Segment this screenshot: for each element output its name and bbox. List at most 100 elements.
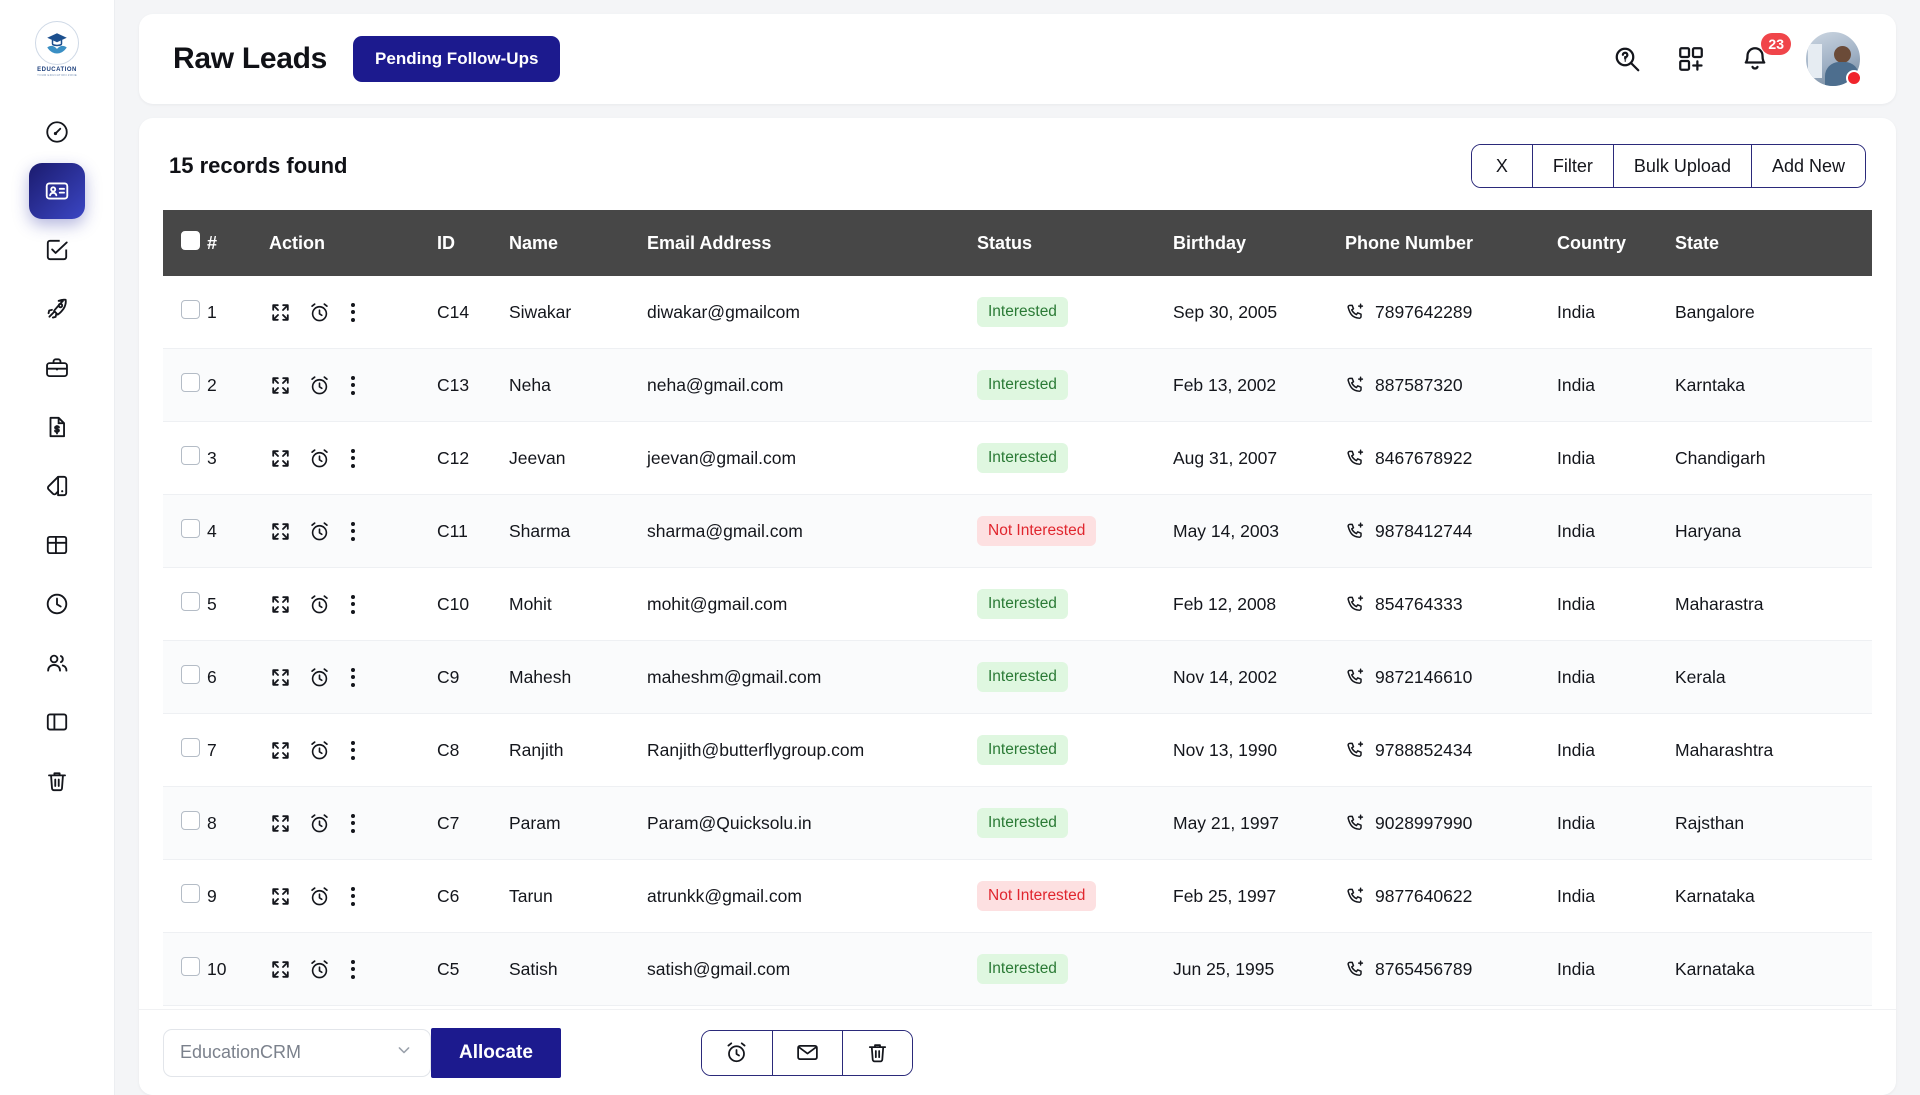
expand-icon [272,741,289,759]
row-checkbox[interactable] [181,519,200,538]
sidebar-item-business[interactable] [29,340,85,396]
more-vertical-icon[interactable] [347,521,359,541]
reminder-action[interactable] [308,301,331,324]
expand-action[interactable] [269,374,292,397]
row-checkbox[interactable] [181,592,200,611]
column-number[interactable]: # [207,210,269,276]
table-scroll-area[interactable]: # Action ID Name Email Address Status Bi… [139,210,1896,1009]
more-vertical-icon[interactable] [347,886,359,906]
row-checkbox[interactable] [181,665,200,684]
reminder-action[interactable] [308,447,331,470]
table-row[interactable]: 3 C12 Jeevan jeevan@gmail.com Interested… [163,421,1872,495]
add-new-button[interactable]: Add New [1750,145,1865,187]
sidebar-item-panels[interactable] [29,694,85,750]
reminder-action[interactable] [308,739,331,762]
row-state: Bangalore [1675,276,1872,349]
table-row[interactable]: 8 C7 Param Param@Quicksolu.in Interested… [163,786,1872,860]
pending-follow-ups-button[interactable]: Pending Follow-Ups [353,36,561,82]
more-vertical-icon[interactable] [347,667,359,687]
row-checkbox[interactable] [181,957,200,976]
expand-action[interactable] [269,739,292,762]
app-logo[interactable]: EDUCATION YOUR EDUCATION ZONE [26,18,88,80]
more-vertical-icon[interactable] [347,375,359,395]
column-phone[interactable]: Phone Number [1345,210,1557,276]
expand-action[interactable] [269,447,292,470]
status-badge: Interested [977,370,1068,400]
sidebar: EDUCATION YOUR EDUCATION ZONE [0,0,115,1095]
select-all-checkbox[interactable] [181,231,200,250]
reminder-action[interactable] [308,520,331,543]
expand-action[interactable] [269,593,292,616]
table-row[interactable]: 5 C10 Mohit mohit@gmail.com Interested F… [163,567,1872,641]
table-row[interactable]: 1 C14 Siwakar diwakar@gmailcom Intereste… [163,276,1872,349]
sidebar-item-dashboard[interactable] [29,104,85,160]
send-email-button[interactable] [771,1030,842,1075]
more-vertical-icon[interactable] [347,302,359,322]
expand-action[interactable] [269,885,292,908]
table-row[interactable]: 7 C8 Ranjith Ranjith@butterflygroup.com … [163,713,1872,787]
more-vertical-icon[interactable] [347,959,359,979]
reminder-action[interactable] [308,593,331,616]
table-row[interactable]: 4 C11 Sharma sharma@gmail.com Not Intere… [163,494,1872,568]
sidebar-item-invoices[interactable] [29,399,85,455]
column-status[interactable]: Status [977,210,1173,276]
clear-button[interactable]: X [1471,145,1532,187]
reminder-action[interactable] [308,885,331,908]
more-vertical-icon[interactable] [347,448,359,468]
reminder-action[interactable] [308,958,331,981]
more-vertical-icon[interactable] [347,813,359,833]
table-row[interactable]: 9 C6 Tarun atrunkk@gmail.com Not Interes… [163,859,1872,933]
column-country[interactable]: Country [1557,210,1675,276]
column-id[interactable]: ID [437,210,509,276]
column-state[interactable]: State [1675,210,1872,276]
expand-action[interactable] [269,666,292,689]
expand-action[interactable] [269,520,292,543]
row-select-cell [163,348,207,422]
allocate-button[interactable]: Allocate [431,1027,561,1078]
expand-action[interactable] [269,301,292,324]
sidebar-item-tasks[interactable] [29,222,85,278]
expand-action[interactable] [269,958,292,981]
row-checkbox[interactable] [181,446,200,465]
sidebar-item-users[interactable] [29,635,85,691]
sidebar-item-layouts[interactable] [29,517,85,573]
row-checkbox[interactable] [181,373,200,392]
row-birthday: Sep 30, 2005 [1173,276,1345,349]
avatar[interactable] [1804,30,1862,88]
row-checkbox[interactable] [181,300,200,319]
status-badge: Interested [977,954,1068,984]
table-row[interactable]: 6 C9 Mahesh maheshm@gmail.com Interested… [163,640,1872,714]
sidebar-item-appearance[interactable] [29,458,85,514]
sidebar-item-campaigns[interactable] [29,281,85,337]
more-vertical-icon[interactable] [347,594,359,614]
notifications-button[interactable]: 23 [1740,33,1791,74]
status-badge [1846,70,1862,86]
column-email[interactable]: Email Address [647,210,977,276]
row-email: mohit@gmail.com [647,567,977,641]
set-reminder-button[interactable] [701,1030,772,1075]
column-birthday[interactable]: Birthday [1173,210,1345,276]
delete-button[interactable] [841,1030,912,1075]
briefcase-icon [46,358,68,378]
row-checkbox[interactable] [181,738,200,757]
row-checkbox[interactable] [181,884,200,903]
sidebar-item-history[interactable] [29,576,85,632]
row-checkbox[interactable] [181,811,200,830]
apps-add-button[interactable] [1676,44,1706,74]
expand-action[interactable] [269,812,292,835]
sidebar-item-trash[interactable] [29,753,85,809]
bulk-upload-button[interactable]: Bulk Upload [1612,145,1751,187]
reminder-action[interactable] [308,666,331,689]
more-vertical-icon[interactable] [347,740,359,760]
phone-add-icon [1347,668,1364,684]
filter-button[interactable]: Filter [1531,145,1613,187]
column-action[interactable]: Action [269,210,437,276]
sidebar-item-leads[interactable] [29,163,85,219]
reminder-action[interactable] [308,812,331,835]
column-name[interactable]: Name [509,210,647,276]
reminder-action[interactable] [308,374,331,397]
table-row[interactable]: 10 C5 Satish satish@gmail.com Interested… [163,932,1872,1006]
table-row[interactable]: 2 C13 Neha neha@gmail.com Interested Feb… [163,348,1872,422]
help-search-button[interactable] [1612,44,1642,74]
allocate-target-select[interactable]: EducationCRM [163,1028,431,1077]
